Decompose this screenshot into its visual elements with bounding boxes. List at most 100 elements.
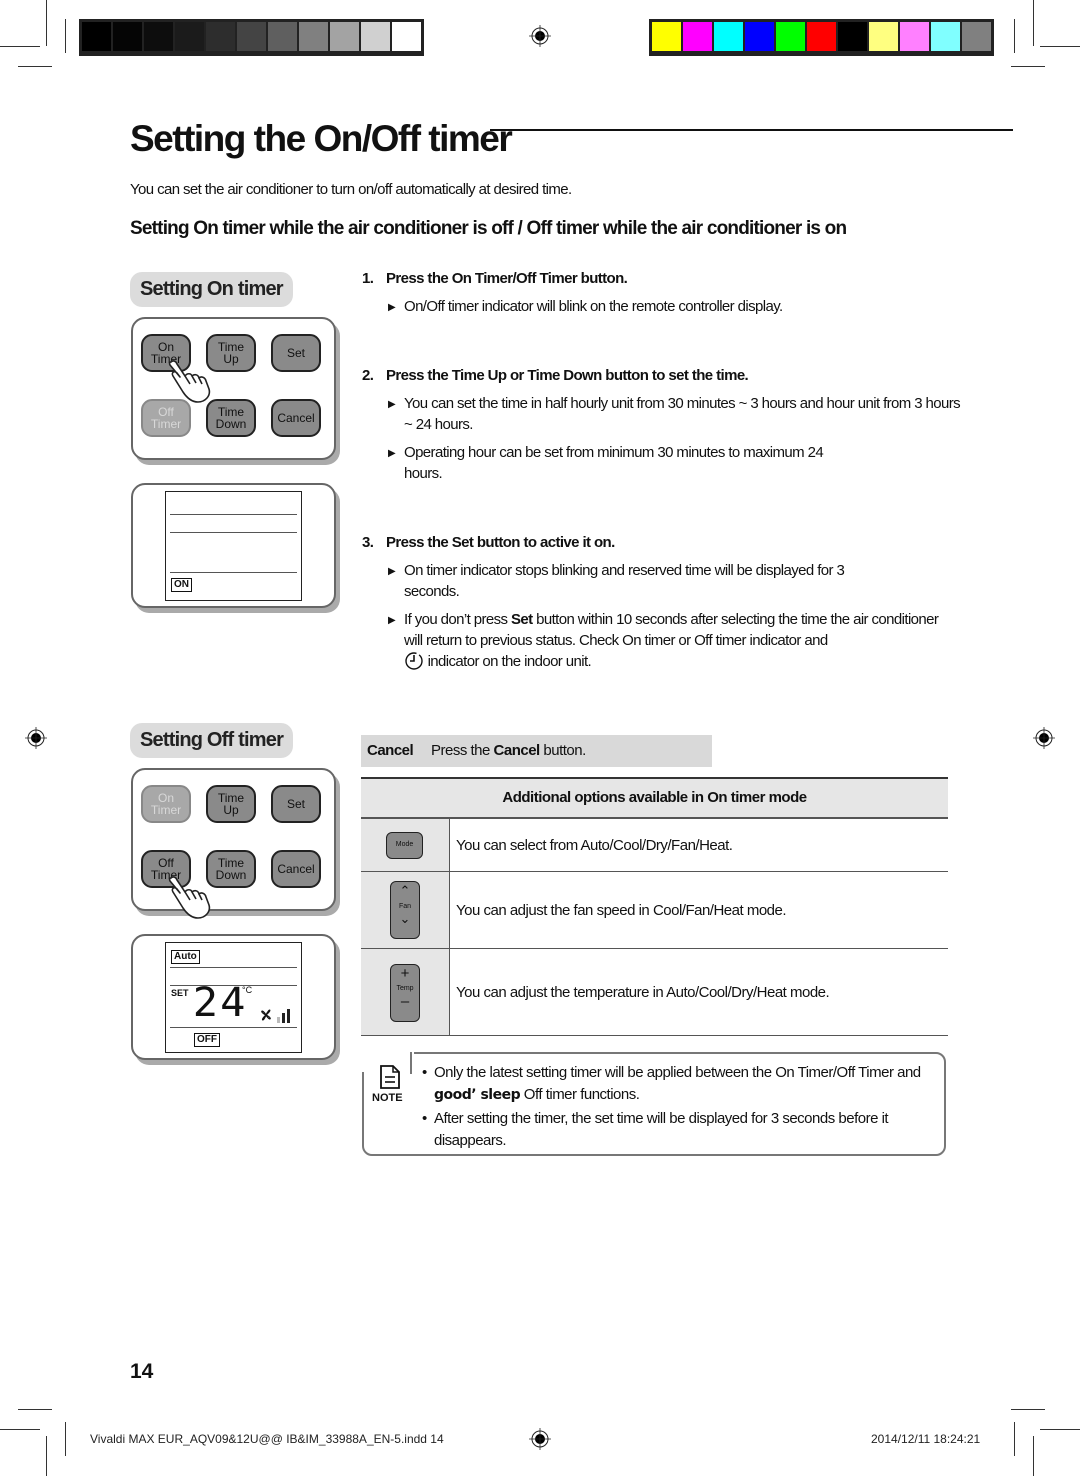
crop-mark	[1040, 46, 1080, 47]
intro-text: You can set the air conditioner to turn …	[130, 181, 572, 198]
grayscale-color-bar	[79, 19, 424, 56]
option-text: You can adjust the temperature in Auto/C…	[456, 983, 830, 1001]
mode-indicator: Auto	[171, 950, 200, 964]
color-swatch	[113, 22, 142, 51]
registration-mark-icon	[25, 727, 47, 749]
registration-mark-icon	[529, 1428, 551, 1450]
crop-mark	[46, 0, 47, 46]
option-text: You can select from Auto/Cool/Dry/Fan/He…	[456, 836, 733, 854]
crop-mark	[18, 66, 52, 67]
remote-button-time-up[interactable]: Time Up	[206, 334, 256, 372]
registration-mark-icon	[529, 25, 551, 47]
crop-mark	[1011, 66, 1045, 67]
page-title: Setting the On/Off timer	[130, 118, 513, 159]
color-swatch	[144, 22, 173, 51]
set-label: SET	[171, 988, 189, 998]
color-swatch	[237, 22, 266, 51]
remote-button-time-down[interactable]: Time Down	[206, 850, 256, 888]
color-swatch	[838, 22, 867, 51]
color-swatch	[206, 22, 235, 51]
celsius-unit: °C	[242, 985, 253, 995]
remote-button-panel-off: On Timer Time Up Set Off Timer Time Down Cancel	[131, 768, 336, 919]
title-rule	[490, 129, 1013, 131]
timer-clock-icon	[405, 652, 423, 670]
step-3-bullet: On timer indicator stops blinking and re…	[388, 560, 874, 602]
setting-on-timer-label: Setting On timer	[130, 272, 293, 307]
crop-mark	[0, 1429, 40, 1430]
crop-mark	[1040, 1429, 1080, 1430]
lcd-screen: ON	[165, 491, 302, 601]
color-swatch	[962, 22, 991, 51]
color-swatch	[652, 22, 681, 51]
remote-button-set[interactable]: Set	[271, 334, 321, 372]
remote-button-time-up[interactable]: Time Up	[206, 785, 256, 823]
crop-mark	[1011, 1409, 1045, 1410]
slug-timestamp: 2014/12/11 18:24:21	[871, 1432, 981, 1446]
off-indicator: OFF	[194, 1033, 220, 1047]
color-swatch	[683, 22, 712, 51]
temp-button-icon: + Temp –	[390, 964, 420, 1022]
color-swatch	[392, 22, 421, 51]
color-swatch	[931, 22, 960, 51]
step-2-bullet: Operating hour can be set from minimum 3…	[388, 442, 844, 484]
note-document-icon	[380, 1065, 400, 1089]
crop-mark	[46, 1436, 47, 1476]
options-table: Additional options available in On timer…	[361, 777, 948, 1036]
on-indicator: ON	[171, 578, 192, 592]
fan-button-icon: ⌃ Fan ⌄	[390, 881, 420, 939]
crop-mark	[0, 46, 40, 47]
color-swatch	[900, 22, 929, 51]
color-swatch	[268, 22, 297, 51]
remote-button-cancel[interactable]: Cancel	[271, 399, 321, 437]
step-3-bullet: If you don’t press Set button within 10 …	[388, 609, 949, 672]
color-swatch	[299, 22, 328, 51]
crop-mark	[1014, 1422, 1015, 1456]
table-row: Mode You can select from Auto/Cool/Dry/F…	[361, 819, 948, 872]
note-item: After setting the timer, the set time wi…	[422, 1108, 939, 1152]
slug-filename: Vivaldi MAX EUR_AQV09&12U@@ IB&IM_33988A…	[90, 1432, 444, 1446]
remote-button-off-timer[interactable]: Off Timer	[141, 399, 191, 437]
crop-mark	[65, 1422, 66, 1456]
remote-button-time-down[interactable]: Time Down	[206, 399, 256, 437]
setting-off-timer-label: Setting Off timer	[130, 723, 294, 758]
step-1-heading: 1. Press the On Timer/Off Timer button.	[362, 270, 628, 287]
table-row: + Temp – You can adjust the temperature …	[361, 949, 948, 1036]
color-swatch	[330, 22, 359, 51]
crop-mark	[18, 1409, 52, 1410]
note-item: Only the latest setting timer will be ap…	[422, 1062, 939, 1106]
options-table-header: Additional options available in On timer…	[361, 779, 948, 819]
cancel-label: Cancel	[367, 742, 414, 759]
step-3-heading: 3. Press the Set button to active it on.	[362, 534, 615, 551]
page-number: 14	[130, 1360, 154, 1383]
color-swatch	[869, 22, 898, 51]
registration-mark-icon	[1033, 727, 1055, 749]
remote-display-on: ON	[131, 483, 336, 608]
note-label: NOTE	[372, 1092, 403, 1104]
process-color-bar	[649, 19, 994, 56]
mode-button-icon: Mode	[386, 832, 423, 859]
section-subheading: Setting On timer while the air condition…	[130, 218, 847, 239]
remote-button-on-timer[interactable]: On Timer	[141, 785, 191, 823]
crop-mark	[1033, 0, 1034, 46]
note-box: NOTE Only the latest setting timer will …	[362, 1052, 946, 1156]
crop-mark	[1033, 1436, 1034, 1476]
cancel-instruction: Cancel Press the Cancel button.	[361, 735, 712, 767]
step-2-bullet: You can set the time in half hourly unit…	[388, 393, 966, 435]
crop-mark	[65, 19, 66, 53]
remote-button-cancel[interactable]: Cancel	[271, 850, 321, 888]
fan-speed-icon	[261, 1009, 290, 1023]
color-swatch	[714, 22, 743, 51]
color-swatch	[361, 22, 390, 51]
color-swatch	[175, 22, 204, 51]
remote-button-set[interactable]: Set	[271, 785, 321, 823]
step-2-heading: 2. Press the Time Up or Time Down button …	[362, 367, 749, 384]
crop-mark	[1014, 19, 1015, 53]
color-swatch	[807, 22, 836, 51]
option-text: You can adjust the fan speed in Cool/Fan…	[456, 901, 787, 919]
temperature-readout: 24	[192, 980, 248, 1026]
table-row: ⌃ Fan ⌄ You can adjust the fan speed in …	[361, 872, 948, 949]
lcd-screen: Auto SET 24 °C OFF	[165, 942, 302, 1053]
remote-display-off: Auto SET 24 °C OFF	[131, 934, 336, 1060]
step-1-bullet: On/Off timer indicator will blink on the…	[388, 296, 966, 318]
color-swatch	[776, 22, 805, 51]
